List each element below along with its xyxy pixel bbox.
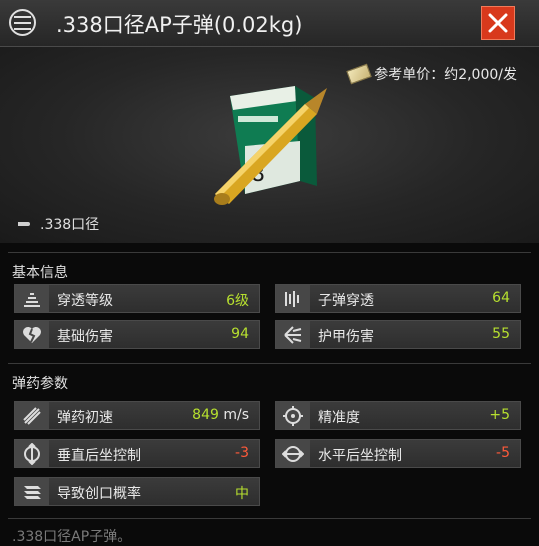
stat-value: -5 [496, 445, 510, 461]
divider [8, 518, 531, 519]
globe-icon [9, 9, 36, 36]
stat-label: 垂直后坐控制 [57, 448, 141, 464]
divider [8, 252, 531, 253]
stat-value: 55 [492, 326, 510, 342]
reference-price: 参考单价：约2,000/发 [346, 63, 517, 85]
stat-label: 导致创口概率 [57, 486, 141, 502]
crosshair-icon [283, 406, 303, 426]
stat-value: +5 [489, 407, 510, 423]
stat-label: 穿透等级 [57, 293, 113, 309]
close-button[interactable] [481, 6, 515, 40]
section-title-ammo: 弹药参数 [12, 376, 68, 392]
ammo-box-image: 8 [214, 86, 327, 205]
close-x-icon [488, 13, 508, 33]
money-icon [346, 63, 372, 85]
caliber-tag: .338口径 [18, 214, 99, 234]
item-description: .338口径AP子弹。 [12, 529, 132, 545]
divider [8, 363, 531, 364]
stat-value: 64 [492, 290, 510, 306]
stat-label: 护甲伤害 [318, 329, 374, 345]
price-text: 参考单价：约2,000/发 [374, 67, 517, 83]
item-title: .338口径AP子弹(0.02kg) [56, 13, 303, 37]
stat-label: 基础伤害 [57, 329, 113, 345]
stat-armor-damage: 护甲伤害 55 [275, 320, 521, 349]
stat-penetration-level: 穿透等级 6级 [14, 284, 260, 313]
stat-value: -3 [235, 445, 249, 461]
stat-label: 水平后坐控制 [318, 448, 402, 464]
stat-value: 849 m/s [192, 407, 249, 423]
stat-value: 94 [231, 326, 249, 342]
stat-base-damage: 基础伤害 94 [14, 320, 260, 349]
section-title-basic: 基本信息 [12, 265, 68, 281]
muzzle-velocity-icon [23, 407, 41, 425]
stat-muzzle-velocity: 弹药初速 849 m/s [14, 401, 260, 430]
horizontal-recoil-icon [282, 446, 304, 462]
stat-value: 中 [235, 486, 249, 502]
stat-wound-chance: 导致创口概率 中 [14, 477, 260, 506]
velocity-unit: m/s [218, 407, 249, 423]
broken-heart-icon [23, 327, 41, 343]
stat-value: 6级 [226, 293, 249, 309]
vertical-recoil-icon [24, 443, 40, 465]
bullet-penetration-icon [285, 291, 299, 307]
stat-label: 子弹穿透 [318, 293, 374, 309]
armor-damage-icon [284, 326, 302, 344]
stat-bullet-penetration: 子弹穿透 64 [275, 284, 521, 313]
penetration-level-icon [24, 293, 40, 307]
stat-horizontal-recoil: 水平后坐控制 -5 [275, 439, 521, 468]
wound-chance-icon [24, 486, 41, 499]
stat-vertical-recoil: 垂直后坐控制 -3 [14, 439, 260, 468]
bullet-icon [18, 222, 30, 226]
caliber-text: .338口径 [40, 217, 100, 233]
window-header: .338口径AP子弹(0.02kg) [0, 0, 539, 47]
velocity-number: 849 [192, 407, 219, 423]
stat-accuracy: 精准度 +5 [275, 401, 521, 430]
stat-label: 弹药初速 [57, 410, 113, 426]
stat-label: 精准度 [318, 410, 360, 426]
